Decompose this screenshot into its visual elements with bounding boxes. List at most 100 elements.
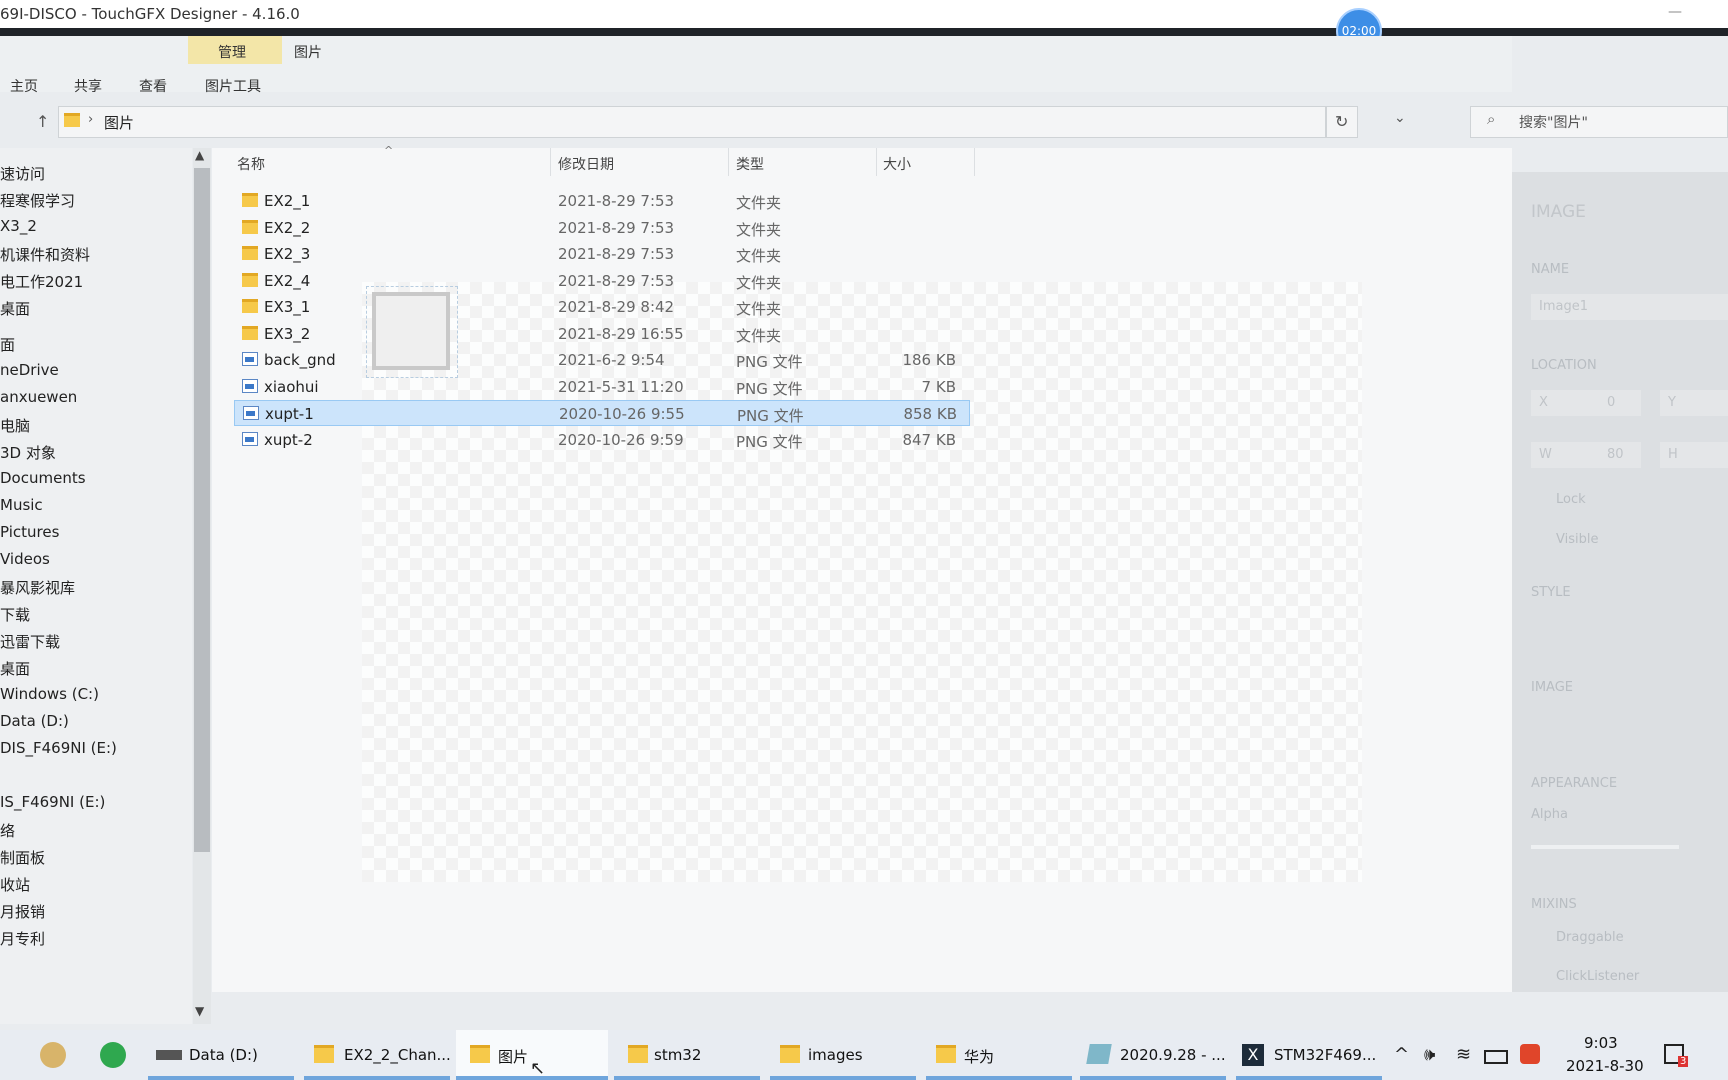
nav-item[interactable]: 桌面 xyxy=(0,298,30,319)
nav-item[interactable]: 面 xyxy=(0,334,15,355)
nav-item[interactable]: DIS_F469NI (E:) xyxy=(0,739,117,757)
clock-time[interactable]: 9:03 xyxy=(1584,1034,1618,1052)
column-header-date[interactable]: 修改日期 xyxy=(558,154,614,174)
alpha-slider[interactable] xyxy=(1531,845,1679,849)
nav-item[interactable]: 月专利 xyxy=(0,928,45,949)
column-header-name[interactable]: 名称 xyxy=(237,154,265,174)
file-row[interactable]: EX2_3 2021-8-29 7:53 文件夹 xyxy=(234,241,970,267)
nav-item[interactable]: 机课件和资料 xyxy=(0,244,90,265)
paint-icon[interactable] xyxy=(40,1042,66,1068)
nav-item[interactable]: Windows (C:) xyxy=(0,685,99,703)
nav-item[interactable]: 月报销 xyxy=(0,901,45,922)
chevron-up-icon[interactable]: ^ xyxy=(1394,1044,1409,1065)
w-field[interactable]: W 80 xyxy=(1531,442,1641,468)
folder-icon xyxy=(628,1045,648,1063)
file-row[interactable]: back_gnd 2021-6-2 9:54 PNG 文件 186 KB xyxy=(234,347,970,373)
nav-item[interactable]: 制面板 xyxy=(0,847,45,868)
file-type: 文件夹 xyxy=(736,274,782,292)
nav-item[interactable]: 暴风影视库 xyxy=(0,577,75,598)
nav-item[interactable]: IS_F469NI (E:) xyxy=(0,793,105,811)
file-row[interactable]: EX2_2 2021-8-29 7:53 文件夹 xyxy=(234,215,970,241)
file-row[interactable]: EX3_2 2021-8-29 16:55 文件夹 xyxy=(234,321,970,347)
nav-item[interactable]: 下载 xyxy=(0,604,30,625)
up-arrow-icon[interactable]: ↑ xyxy=(36,112,49,131)
nav-scrollbar-thumb[interactable] xyxy=(194,168,210,852)
column-separator[interactable] xyxy=(974,148,975,176)
nav-item[interactable]: 速访问 xyxy=(0,163,45,184)
file-type: 文件夹 xyxy=(736,221,782,239)
nav-item[interactable]: 络 xyxy=(0,820,15,841)
tab-picture-tools[interactable]: 图片工具 xyxy=(205,76,261,96)
notification-badge: 3 xyxy=(1678,1056,1689,1067)
nav-item[interactable]: X3_2 xyxy=(0,217,37,235)
nav-item[interactable]: anxuewen xyxy=(0,388,77,406)
lock-option[interactable]: Lock xyxy=(1556,492,1586,507)
wifi-icon[interactable]: ≋ xyxy=(1456,1044,1471,1065)
tab-home[interactable]: 主页 xyxy=(10,76,38,96)
nav-item[interactable]: 3D 对象 xyxy=(0,442,56,463)
tab-view[interactable]: 查看 xyxy=(139,76,167,96)
taskbar-label: 华为 xyxy=(964,1048,995,1066)
nav-item[interactable]: 收站 xyxy=(0,874,30,895)
nav-item[interactable]: 电脑 xyxy=(0,415,30,436)
nav-item[interactable]: 桌面 xyxy=(0,658,30,679)
file-name: xupt-1 xyxy=(265,405,314,423)
folder-icon xyxy=(242,326,258,340)
scroll-up-icon[interactable]: ▲ xyxy=(195,148,204,162)
nav-item[interactable]: Videos xyxy=(0,550,50,568)
scroll-down-icon[interactable]: ▼ xyxy=(195,1004,204,1018)
draggable-option[interactable]: Draggable xyxy=(1556,930,1624,945)
volume-icon[interactable]: 🕪 xyxy=(1424,1044,1435,1065)
nav-item[interactable]: Documents xyxy=(0,469,86,487)
nav-item[interactable]: 电工作2021 xyxy=(0,271,83,292)
nav-item[interactable]: neDrive xyxy=(0,361,59,379)
visible-option[interactable]: Visible xyxy=(1556,532,1598,547)
file-date: 2021-8-29 7:53 xyxy=(558,192,675,210)
file-row[interactable]: xupt-1 2020-10-26 9:55 PNG 文件 858 KB xyxy=(234,400,970,426)
refresh-button[interactable]: ↻ xyxy=(1326,106,1358,138)
file-row[interactable]: xiaohui 2021-5-31 11:20 PNG 文件 7 KB xyxy=(234,374,970,400)
column-separator[interactable] xyxy=(876,148,877,176)
file-name: EX2_2 xyxy=(264,219,311,237)
taskbar-item-huawei[interactable] xyxy=(926,1030,1072,1080)
file-size: 858 KB xyxy=(903,405,957,423)
column-separator[interactable] xyxy=(550,148,551,176)
nav-item[interactable]: Data (D:) xyxy=(0,712,69,730)
image-icon xyxy=(242,432,258,446)
search-box[interactable] xyxy=(1470,106,1728,138)
image-label: IMAGE xyxy=(1531,680,1574,695)
nav-item[interactable]: 程寒假学习 xyxy=(0,190,75,211)
document-icon xyxy=(1086,1044,1112,1064)
battery-icon[interactable] xyxy=(1484,1050,1508,1064)
folder-icon xyxy=(64,113,80,127)
column-header-size[interactable]: 大小 xyxy=(883,154,911,174)
file-row[interactable]: EX2_1 2021-8-29 7:53 文件夹 xyxy=(234,188,970,214)
input-method-icon[interactable] xyxy=(1520,1044,1540,1064)
name-label: NAME xyxy=(1531,262,1570,277)
window-title: 69I-DISCO - TouchGFX Designer - 4.16.0 xyxy=(0,5,300,23)
h-field[interactable]: H xyxy=(1660,442,1728,468)
file-name: xupt-2 xyxy=(264,431,313,449)
file-name: xiaohui xyxy=(264,378,319,396)
column-separator[interactable] xyxy=(728,148,729,176)
tab-share[interactable]: 共享 xyxy=(74,76,102,96)
style-label: STYLE xyxy=(1531,585,1571,600)
minimize-button[interactable]: — xyxy=(1668,4,1682,20)
address-bar[interactable] xyxy=(58,106,1326,138)
file-row[interactable]: EX3_1 2021-8-29 8:42 文件夹 xyxy=(234,294,970,320)
file-date: 2021-8-29 8:42 xyxy=(558,298,675,316)
column-header-type[interactable]: 类型 xyxy=(736,154,764,174)
y-field[interactable]: Y xyxy=(1660,390,1728,416)
name-field[interactable]: Image1 xyxy=(1531,294,1728,320)
file-row[interactable]: xupt-2 2020-10-26 9:59 PNG 文件 847 KB xyxy=(234,427,970,453)
file-row[interactable]: EX2_4 2021-8-29 7:53 文件夹 xyxy=(234,268,970,294)
clicklistener-option[interactable]: ClickListener xyxy=(1556,969,1639,984)
clock-date[interactable]: 2021-8-30 xyxy=(1566,1057,1644,1075)
nav-item[interactable]: 迅雷下载 xyxy=(0,631,60,652)
nav-item[interactable]: Music xyxy=(0,496,43,514)
x-field[interactable]: X 0 xyxy=(1531,390,1641,416)
browser-icon[interactable] xyxy=(100,1042,126,1068)
taskbar-label: images xyxy=(808,1046,863,1064)
chevron-down-icon[interactable]: ⌄ xyxy=(1394,110,1406,126)
nav-item[interactable]: Pictures xyxy=(0,523,59,541)
